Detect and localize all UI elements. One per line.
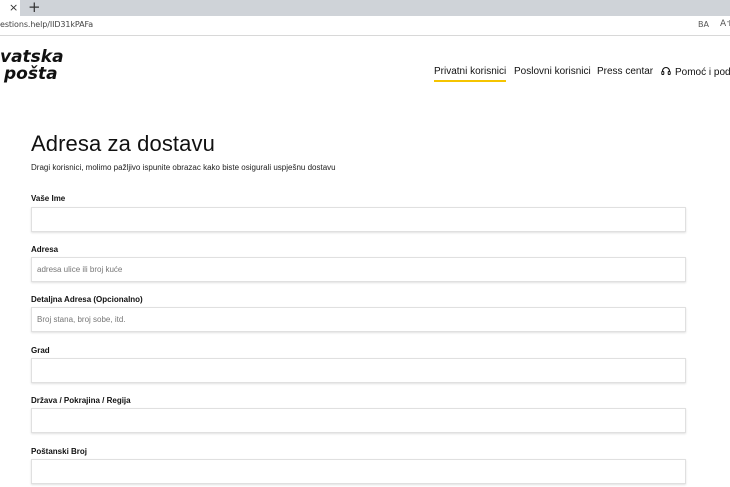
name-input[interactable] <box>31 207 686 232</box>
address-label: Adresa <box>31 245 59 254</box>
region-input[interactable] <box>31 408 686 433</box>
page-subtitle: Dragi korisnici, molimo pažljivo ispunit… <box>31 163 336 172</box>
browser-tab-bar: × + <box>0 0 730 16</box>
close-tab-icon[interactable]: × <box>9 1 18 15</box>
name-label: Vaše Ime <box>31 194 66 203</box>
address-bar[interactable]: estions.help/IID31kPAFa ꓐA A˦ <box>0 16 730 36</box>
address-input[interactable] <box>31 257 686 282</box>
nav-item-pomoc-label: Pomoć i podrš <box>675 67 730 78</box>
new-tab-icon[interactable]: + <box>28 0 41 15</box>
address-url[interactable]: estions.help/IID31kPAFa <box>0 20 93 29</box>
city-label: Grad <box>31 346 50 355</box>
nav-item-poslovni-korisnici[interactable]: Poslovni korisnici <box>514 66 591 77</box>
detail-address-label: Detaljna Adresa (Opcionalno) <box>31 295 143 304</box>
nav-item-press-centar[interactable]: Press centar <box>597 66 653 77</box>
browser-tab[interactable]: × <box>0 0 20 16</box>
nav-item-privatni-korisnici[interactable]: Privatni korisnici <box>434 66 507 82</box>
text-size-icon[interactable]: A˦ <box>720 19 730 29</box>
city-input[interactable] <box>31 358 686 383</box>
postal-code-input[interactable] <box>31 459 686 484</box>
nav-item-pomoc[interactable]: Pomoć i podrš <box>661 66 730 78</box>
main-nav: Privatni korisnici Poslovni korisnici Pr… <box>0 66 730 86</box>
region-label: Država / Pokrajina / Regija <box>31 396 131 405</box>
postal-code-label: Poštanski Broj <box>31 447 88 456</box>
page-title: Adresa za dostavu <box>31 131 215 156</box>
detail-address-input[interactable] <box>31 307 686 332</box>
reader-mode-icon[interactable]: ꓐA <box>698 20 709 29</box>
headset-icon <box>661 66 671 75</box>
